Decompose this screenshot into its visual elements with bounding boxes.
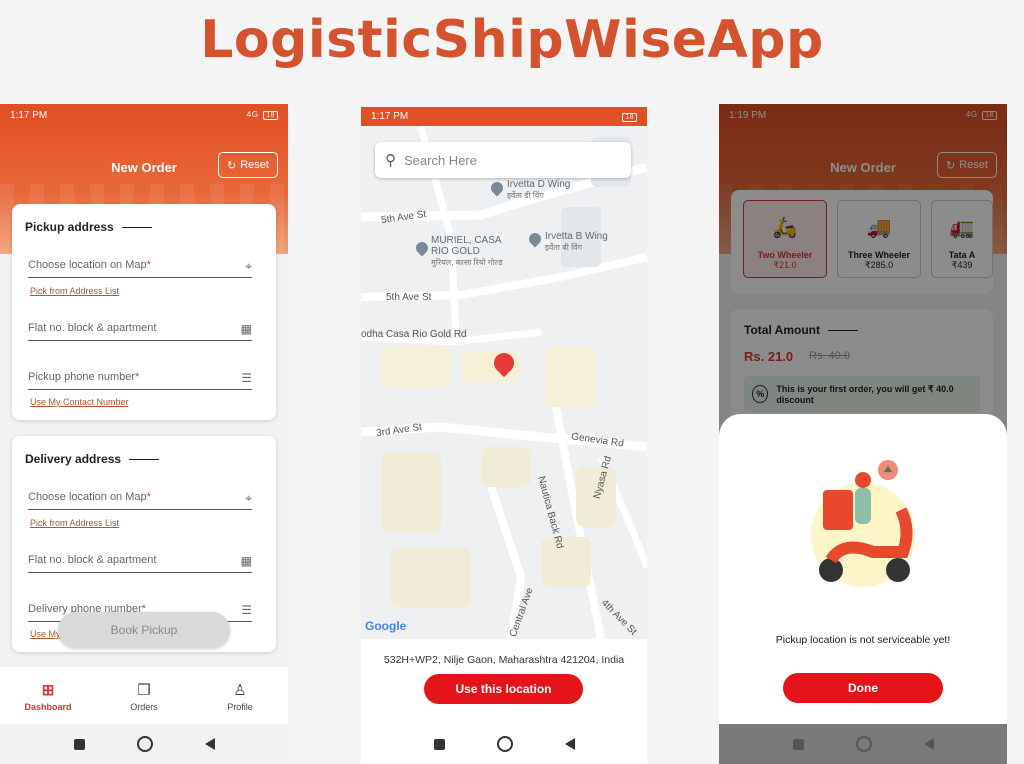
tab-profile[interactable]: ♙ Profile [192,667,288,727]
tab-label: Dashboard [24,701,72,712]
book-pickup-button[interactable]: Book Pickup [58,612,230,648]
street-label: 5th Ave St [386,292,432,303]
system-nav-bar [361,724,647,764]
google-text: Google [365,619,407,633]
pickup-heading-text: Pickup address [25,220,114,234]
required-mark: * [146,491,151,503]
grid-icon: ⊞ [41,681,55,699]
contacts-icon[interactable]: ☰ [241,603,252,617]
poi-name: MURIEL, CASA RIO GOLD [431,235,502,257]
sheet-message: Pickup location is not serviceable yet! [775,634,951,646]
back-icon[interactable] [564,738,575,750]
contacts-icon[interactable]: ☰ [241,371,252,385]
poi-label[interactable]: Irvetta D Wing इर्वेता डी विंग [507,179,570,201]
battery-icon: 18 [263,111,278,120]
delivery-address-list-link[interactable]: Pick from Address List [30,518,119,528]
status-time: 1:17 PM [371,111,409,122]
system-nav-bar [0,724,288,764]
poi-sub: मुरियल, कासा रियो गोल्ड [431,258,503,267]
pickup-flat-field[interactable]: Flat no. block & apartment ▦ [28,322,252,341]
poi-label[interactable]: MURIEL, CASA RIO GOLD मुरियल, कासा रियो ग… [431,235,511,268]
map-pin-icon[interactable]: ⌖ [245,259,252,274]
home-icon[interactable] [496,736,513,752]
pickup-heading: Pickup address [25,220,152,234]
selected-address: 532H+WP2, Nilje Gaon, Maharashtra 421204… [383,654,625,666]
poi-sub: इर्वेता बी विंग [545,243,583,252]
status-bar: 1:17 PM 4G 18 [0,104,288,126]
pickup-location-field[interactable]: Choose location on Map* ⌖ [28,259,252,278]
pickup-location-placeholder: Choose location on Map [28,259,147,271]
map-picker-screen: 1:17 PM 18 ⚲ Search Here Irvetta D Wing इ… [361,107,647,764]
status-time: 1:17 PM [10,109,48,121]
pickup-phone-placeholder: Pickup phone number [28,371,136,383]
tab-orders[interactable]: ❒ Orders [96,667,192,727]
reset-label: Reset [240,159,269,171]
poi-name: Irvetta B Wing [545,231,608,242]
map-view[interactable]: 1:17 PM 18 ⚲ Search Here Irvetta D Wing इ… [361,107,647,639]
required-mark: * [135,371,140,383]
person-icon: ♙ [233,681,247,699]
pickup-address-list-link[interactable]: Pick from Address List [30,286,119,296]
bottom-sheet: Pickup location is not serviceable yet! … [719,414,1007,726]
network-label: 4G [246,110,259,119]
search-icon: ⚲ [385,152,396,169]
home-icon[interactable] [136,736,153,752]
app-headline: LogisticShipWiseApp [200,10,824,70]
battery-icon: 18 [622,112,637,122]
status-bar: 1:17 PM 18 [361,107,647,126]
delivery-contact-link[interactable]: Use My [30,629,61,639]
street-label: odha Casa Rio Gold Rd [361,329,467,340]
tab-label: Profile [227,701,253,712]
home-icon[interactable] [855,736,872,752]
delivery-flat-field[interactable]: Flat no. block & apartment ▦ [28,554,252,573]
refresh-icon: ↻ [227,159,237,172]
recents-icon[interactable] [73,738,85,750]
map-search-input[interactable]: ⚲ Search Here [375,142,631,178]
new-order-sheet-screen: 1:19 PM 4G 18 New Order ↻ Reset 🛵 Two Whee… [719,104,1007,764]
delivery-location-placeholder: Choose location on Map [28,491,147,503]
pickup-flat-placeholder: Flat no. block & apartment [28,322,157,334]
poi-name: Irvetta D Wing [507,179,571,190]
delivery-location-field[interactable]: Choose location on Map* ⌖ [28,491,252,510]
new-order-screen: 1:17 PM 4G 18 New Order ↻ Reset Pickup ad… [0,104,288,764]
pickup-phone-field[interactable]: Pickup phone number* ☰ [28,371,252,390]
poi-label[interactable]: Irvetta B Wing इर्वेता बी विंग [545,231,608,253]
use-location-button[interactable]: Use this location [424,674,583,704]
search-placeholder: Search Here [404,152,477,168]
delivery-flat-placeholder: Flat no. block & apartment [28,554,157,566]
recents-icon[interactable] [433,738,445,750]
building-icon: ▦ [240,322,252,336]
required-mark: * [146,259,151,271]
back-icon[interactable] [204,738,215,750]
building-icon: ▦ [240,554,252,568]
pickup-card: Pickup address Choose location on Map* ⌖… [12,204,276,420]
tab-label: Orders [130,701,158,712]
reset-button[interactable]: ↻ Reset [218,152,278,178]
done-button[interactable]: Done [783,673,943,703]
poi-sub: इर्वेता डी विंग [507,191,544,200]
box-icon: ❒ [137,681,151,699]
pickup-contact-link[interactable]: Use My Contact Number [30,397,129,407]
tab-dashboard[interactable]: ⊞ Dashboard [0,667,96,727]
bottom-tab-bar: ⊞ Dashboard ❒ Orders ♙ Profile [0,667,288,727]
recents-icon[interactable] [792,738,804,750]
google-logo: Google [365,619,406,633]
map-pin-icon[interactable]: ⌖ [245,491,252,506]
back-icon[interactable] [923,738,934,750]
delivery-scooter-illustration [811,460,915,587]
delivery-heading-text: Delivery address [25,452,122,466]
delivery-heading: Delivery address [25,452,160,466]
system-nav-bar [719,724,1007,764]
